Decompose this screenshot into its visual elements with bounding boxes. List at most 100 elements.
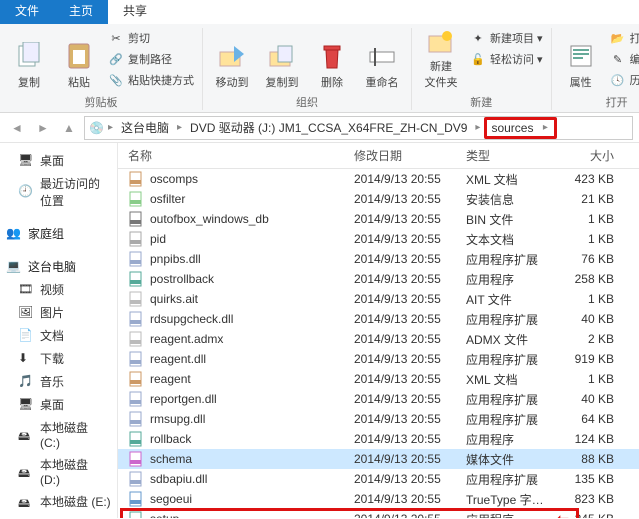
edit-button[interactable]: ✎编辑 <box>608 49 639 69</box>
breadcrumb-this-pc[interactable]: 这台电脑 <box>117 119 173 136</box>
file-row[interactable]: postrollback2014/9/13 20:55应用程序258 KB <box>118 269 639 289</box>
history-icon: 🕓 <box>610 72 626 88</box>
file-name: sdbapiu.dll <box>150 472 207 486</box>
file-icon <box>128 291 144 307</box>
copy-button[interactable]: 复制 <box>6 28 52 92</box>
file-icon <box>128 451 144 467</box>
breadcrumb[interactable]: 💿 ▸ 这台电脑 ▸ DVD 驱动器 (J:) JM1_CCSA_X64FRE_… <box>84 116 633 140</box>
file-name: pnpibs.dll <box>150 252 201 266</box>
delete-button[interactable]: 删除 <box>309 28 355 92</box>
side-downloads[interactable]: ⬇下载 <box>0 347 117 370</box>
file-icon <box>128 511 144 518</box>
file-size: 64 KB <box>560 408 620 430</box>
file-name: reagent.admx <box>150 332 223 346</box>
nav-up[interactable]: ▲ <box>58 117 80 139</box>
easy-access-button[interactable]: 🔓轻松访问 ▾ <box>468 49 545 69</box>
tab-share[interactable]: 共享 <box>108 0 162 24</box>
file-row[interactable]: rdsupgcheck.dll2014/9/13 20:55应用程序扩展40 K… <box>118 309 639 329</box>
new-item-button[interactable]: ✦新建项目 ▾ <box>468 28 545 48</box>
breadcrumb-sources[interactable]: sources ▸ <box>484 117 556 139</box>
side-music[interactable]: 🎵音乐 <box>0 370 117 393</box>
file-row[interactable]: quirks.ait2014/9/13 20:55AIT 文件1 KB <box>118 289 639 309</box>
col-size[interactable]: 大小 <box>560 143 620 168</box>
file-row[interactable]: setup2014/9/13 20:55应用程序245 KB⬅ <box>118 509 639 518</box>
file-row[interactable]: reagent2014/9/13 20:55XML 文档1 KB <box>118 369 639 389</box>
file-date: 2014/9/13 20:55 <box>348 328 460 350</box>
history-button[interactable]: 🕓历史记录 <box>608 70 639 90</box>
side-desktop[interactable]: 🖥桌面 <box>0 149 117 172</box>
col-name[interactable]: 名称 <box>118 143 348 168</box>
desktop-icon: 🖥 <box>18 397 34 413</box>
desktop-icon: 🖥 <box>18 153 34 169</box>
tab-home[interactable]: 主页 <box>54 0 108 24</box>
downloads-icon: ⬇ <box>18 351 34 367</box>
new-item-icon: ✦ <box>470 30 486 46</box>
file-row[interactable]: outofbox_windows_db2014/9/13 20:55BIN 文件… <box>118 209 639 229</box>
file-date: 2014/9/13 20:55 <box>348 168 460 190</box>
file-name: rdsupgcheck.dll <box>150 312 233 326</box>
moveto-button[interactable]: 移动到 <box>209 28 255 92</box>
nav-forward[interactable]: ► <box>32 117 54 139</box>
side-disk-c[interactable]: 🖴本地磁盘 (C:) <box>0 416 117 453</box>
new-folder-button[interactable]: 新建 文件夹 <box>418 28 464 92</box>
file-name: rollback <box>150 432 191 446</box>
file-name: setup <box>150 512 179 518</box>
rename-icon <box>366 40 398 72</box>
file-date: 2014/9/13 20:55 <box>348 268 460 290</box>
title-tabs: 文件 主页 共享 <box>0 0 639 24</box>
disk-icon: 🖴 <box>18 494 34 510</box>
file-name: postrollback <box>150 272 214 286</box>
path-icon: 🔗 <box>108 51 124 67</box>
chevron-icon[interactable]: ▸ <box>473 122 482 133</box>
file-row[interactable]: reagent.admx2014/9/13 20:55ADMX 文件2 KB <box>118 329 639 349</box>
file-icon <box>128 231 144 247</box>
copyto-icon <box>266 40 298 72</box>
file-row[interactable]: pid2014/9/13 20:55文本文档1 KB <box>118 229 639 249</box>
copy-icon <box>13 40 45 72</box>
file-date: 2014/9/13 20:55 <box>348 208 460 230</box>
open-icon: 📂 <box>610 30 626 46</box>
rename-button[interactable]: 重命名 <box>359 28 405 92</box>
side-videos[interactable]: 🎞视频 <box>0 278 117 301</box>
side-this-pc[interactable]: 💻这台电脑 <box>0 255 117 278</box>
side-disk-d[interactable]: 🖴本地磁盘 (D:) <box>0 453 117 490</box>
col-type[interactable]: 类型 <box>460 143 560 168</box>
paste-shortcut-button[interactable]: 📎粘贴快捷方式 <box>106 70 196 90</box>
file-row[interactable]: osfilter2014/9/13 20:55安装信息21 KB <box>118 189 639 209</box>
properties-button[interactable]: 属性 <box>558 28 604 92</box>
breadcrumb-drive[interactable]: DVD 驱动器 (J:) JM1_CCSA_X64FRE_ZH-CN_DV9 <box>186 119 471 136</box>
nav-back[interactable]: ◄ <box>6 117 28 139</box>
copyto-button[interactable]: 复制到 <box>259 28 305 92</box>
chevron-icon[interactable]: ▸ <box>175 122 184 133</box>
side-documents[interactable]: 📄文档 <box>0 324 117 347</box>
disk-icon: 🖴 <box>18 427 34 443</box>
cut-button[interactable]: ✂剪切 <box>106 28 196 48</box>
file-row[interactable]: reagent.dll2014/9/13 20:55应用程序扩展919 KB <box>118 349 639 369</box>
side-desktop2[interactable]: 🖥桌面 <box>0 393 117 416</box>
file-size: 823 KB <box>560 488 620 510</box>
file-row[interactable]: reportgen.dll2014/9/13 20:55应用程序扩展40 KB <box>118 389 639 409</box>
file-row[interactable]: segoeui2014/9/13 20:55TrueType 字体文件823 K… <box>118 489 639 509</box>
tab-file[interactable]: 文件 <box>0 0 54 24</box>
file-row[interactable]: rmsupg.dll2014/9/13 20:55应用程序扩展64 KB <box>118 409 639 429</box>
paste-button[interactable]: 粘贴 <box>56 28 102 92</box>
open-button[interactable]: 📂打开 ▾ <box>608 28 639 48</box>
side-disk-f[interactable]: 🖴本地磁盘 (F:) <box>0 513 117 518</box>
file-row[interactable]: pnpibs.dll2014/9/13 20:55应用程序扩展76 KB <box>118 249 639 269</box>
chevron-icon[interactable]: ▸ <box>106 122 115 133</box>
file-size: 135 KB <box>560 468 620 490</box>
file-icon <box>128 431 144 447</box>
file-row[interactable]: sdbapiu.dll2014/9/13 20:55应用程序扩展135 KB <box>118 469 639 489</box>
file-name: pid <box>150 232 166 246</box>
side-recent[interactable]: 🕘最近访问的位置 <box>0 172 117 212</box>
side-pictures[interactable]: 🖼图片 <box>0 301 117 324</box>
body: 🖥桌面 🕘最近访问的位置 👥家庭组 💻这台电脑 🎞视频 🖼图片 📄文档 ⬇下载 … <box>0 143 639 518</box>
copy-path-button[interactable]: 🔗复制路径 <box>106 49 196 69</box>
ribbon: 复制 粘贴 ✂剪切 🔗复制路径 📎粘贴快捷方式 剪贴板 移动到 复制到 删除 重… <box>0 24 639 113</box>
file-row[interactable]: schema2014/9/13 20:55媒体文件88 KB <box>118 449 639 469</box>
col-date[interactable]: 修改日期 <box>348 143 460 168</box>
file-row[interactable]: oscomps2014/9/13 20:55XML 文档423 KB <box>118 169 639 189</box>
file-row[interactable]: rollback2014/9/13 20:55应用程序124 KB <box>118 429 639 449</box>
side-disk-e[interactable]: 🖴本地磁盘 (E:) <box>0 490 117 513</box>
side-homegroup[interactable]: 👥家庭组 <box>0 222 117 245</box>
